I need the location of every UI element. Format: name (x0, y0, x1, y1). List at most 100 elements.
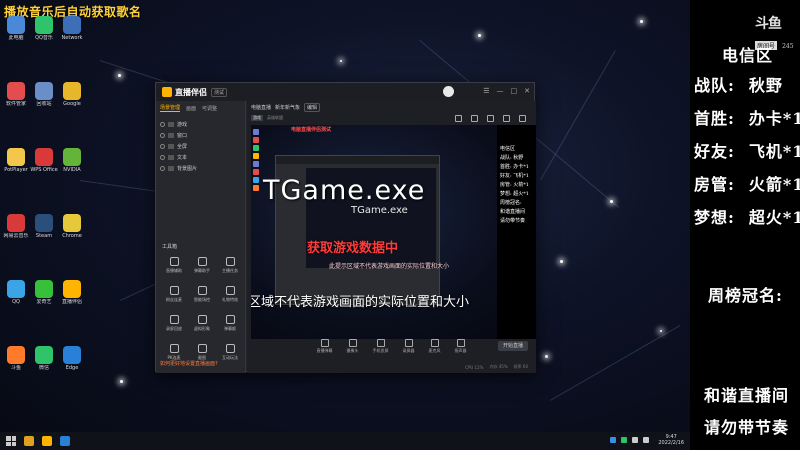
menu-icon[interactable]: ☰ (483, 87, 489, 96)
tray-icon[interactable] (610, 437, 617, 443)
bottom-tool[interactable]: 摄像头 (347, 338, 359, 354)
stream-preview[interactable]: 电脑直播伴侣测试 TGame.exe TGame.exe 获取游戏数据中 此提示… (251, 125, 536, 339)
tool-item[interactable]: 截图 (188, 344, 216, 361)
tool-label: 虚拟形象 (194, 326, 210, 331)
tool-item[interactable]: 虚拟形象 (188, 315, 216, 332)
desktop-icon[interactable]: QQ音乐 (30, 16, 58, 41)
tool-icon (197, 257, 207, 266)
source-item[interactable]: 全屏 (160, 141, 241, 152)
desktop-icon-label: Steam (35, 233, 53, 239)
tool-item[interactable]: 礼物特效 (216, 286, 244, 303)
source-item[interactable]: 游戏 (160, 119, 241, 130)
desktop-icon[interactable]: 微信 (30, 346, 58, 371)
desktop-icon[interactable]: 爱奇艺 (30, 280, 58, 305)
taskbar-app-live-assistant[interactable] (42, 436, 52, 446)
tool-item[interactable]: 主播任务 (216, 257, 244, 274)
desktop-icon[interactable]: QQ (2, 280, 30, 305)
source-item[interactable]: 背景图片 (160, 163, 241, 174)
desktop-icon[interactable]: 斗鱼 (2, 346, 30, 371)
bottom-tool[interactable]: 录屏器 (403, 338, 415, 354)
desktop-icon[interactable]: 软件管家 (2, 82, 30, 107)
desktop-icon[interactable]: 回收站 (30, 82, 58, 107)
desktop-icon[interactable]: Chrome (58, 214, 86, 239)
mini-icon (253, 185, 259, 191)
bottom-tool[interactable]: 手机投屏 (373, 338, 389, 354)
lock-icon[interactable] (471, 115, 478, 122)
tab-adjust[interactable]: 可调整 (202, 105, 217, 112)
mini-icon (253, 177, 259, 183)
visibility-icon[interactable] (160, 122, 165, 127)
desktop-icon[interactable]: Edge (58, 346, 86, 371)
tray-icon[interactable] (621, 437, 628, 443)
tool-icon (225, 286, 235, 295)
bottom-tool-label: 扬声器 (454, 347, 467, 353)
bottom-tool[interactable]: 扬声器 (454, 338, 467, 354)
avatar[interactable] (443, 86, 454, 97)
tab-picture[interactable]: 画面 (186, 105, 196, 112)
desktop-icon[interactable]: PotPlayer (2, 148, 30, 173)
app-icon (63, 82, 81, 100)
game-process-label: TGame.exe (263, 175, 426, 206)
network-icon[interactable] (632, 437, 639, 443)
desktop-icon[interactable]: Network (58, 16, 86, 41)
taskbar-app-explorer[interactable] (24, 436, 34, 446)
bell-icon[interactable] (503, 115, 510, 122)
start-live-button[interactable]: 开始直播 (498, 341, 528, 351)
panel-line-key: 梦想: (694, 208, 735, 227)
visibility-icon[interactable] (160, 144, 165, 149)
desktop-icon[interactable]: Steam (30, 214, 58, 239)
tool-item[interactable]: 互动玩法 (216, 344, 244, 361)
desktop-icon[interactable]: Google (58, 82, 86, 107)
panel-line-key: 首胜: (694, 109, 735, 128)
close-icon[interactable]: ✕ (524, 87, 530, 96)
tool-item[interactable]: 录屏回放 (160, 315, 188, 332)
tab-scene-manage[interactable]: 场景管理 (160, 104, 181, 112)
desktop-icon[interactable]: 此电脑 (2, 16, 30, 41)
desktop-icon[interactable]: 网易云音乐 (2, 214, 30, 239)
app-icon (35, 148, 53, 166)
stream-info-panel: 斗鱼 房间号 245 电信区 战队: 秋野 首胜: 办卡*1 好友: 飞机*1 房管: 火箭*… (690, 0, 800, 450)
list-icon[interactable] (455, 115, 462, 122)
tool-item[interactable]: 智能场控 (188, 286, 216, 303)
source-item[interactable]: 窗口 (160, 130, 241, 141)
tool-item[interactable]: PK连麦 (160, 344, 188, 361)
main-panel: 电脑直播 新年新气象 编辑 游戏 英雄联盟 电脑直播伴侣测试 TGame.exe… (247, 101, 536, 373)
start-menu-button[interactable] (6, 436, 16, 446)
preview-info-panel: 电信区 战队: 秋野 首胜: 办卡*1 好友: 飞机*1 房管: 火箭*1 梦想: 超火*… (497, 125, 536, 339)
tool-label: 主播任务 (222, 268, 238, 273)
visibility-icon[interactable] (160, 133, 165, 138)
visibility-icon[interactable] (160, 166, 165, 171)
app-icon (7, 148, 25, 166)
tool-item[interactable]: 弹幕姬 (216, 315, 244, 332)
desktop-icon-label: 直播伴侣 (61, 299, 82, 305)
source-list: 游戏 窗口 全屏 文本 背景图片 (156, 115, 245, 174)
category-chip[interactable]: 游戏 (251, 115, 263, 121)
minimize-icon[interactable]: — (497, 87, 504, 96)
help-tip-link[interactable]: 如何更好地设置直播画面? (160, 360, 218, 367)
source-item[interactable]: 文本 (160, 152, 241, 163)
panel-line: 战队: 秋野 (694, 72, 783, 96)
share-icon[interactable] (519, 115, 526, 122)
bottom-tool[interactable]: 麦克风 (429, 338, 441, 354)
window-titlebar[interactable]: 直播伴侣 测试 ☰ — □ ✕ (156, 83, 534, 101)
scene-tabs: 场景管理 画面 可调整 (156, 101, 245, 115)
preview-info-line: 房管: 火箭*1 (500, 182, 529, 188)
tool-item[interactable]: 直播辅助 (160, 257, 188, 274)
desktop-icon-label: 软件管家 (5, 101, 26, 107)
app-icon (35, 16, 53, 34)
visibility-icon[interactable] (160, 155, 165, 160)
layout-icon[interactable] (487, 115, 494, 122)
desktop-icon[interactable]: WPS Office (30, 148, 58, 173)
edit-title-button[interactable]: 编辑 (304, 102, 321, 112)
bottom-tool[interactable]: 直播弹幕 (317, 338, 333, 354)
desktop-icon[interactable]: NVIDIA (58, 148, 86, 173)
tool-item[interactable]: 粉丝连麦 (160, 286, 188, 303)
volume-icon[interactable] (643, 437, 650, 443)
tool-item[interactable]: 弹幕助手 (188, 257, 216, 274)
preview-info-line: 好友: 飞机*1 (500, 173, 529, 179)
panel-line-value: 办卡*1 (748, 109, 800, 128)
taskbar-app-browser[interactable] (60, 436, 70, 446)
desktop-icon[interactable]: 直播伴侣 (58, 280, 86, 305)
maximize-icon[interactable]: □ (511, 87, 518, 96)
taskbar-clock[interactable]: 9:47 2022/2/16 (658, 434, 684, 446)
